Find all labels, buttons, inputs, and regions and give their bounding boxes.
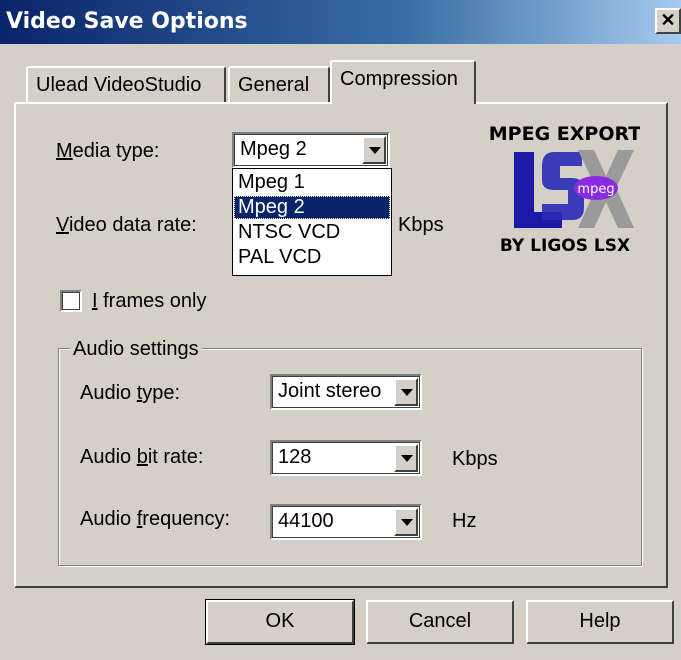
audio-type-select[interactable]: Joint stereo xyxy=(270,374,422,410)
audio-bit-rate-unit: Kbps xyxy=(452,448,498,470)
audio-type-label: Audio type: xyxy=(80,382,181,404)
audio-frequency-value: 44100 xyxy=(278,510,334,532)
audio-bit-rate-value: 128 xyxy=(278,446,312,468)
window-title: Video Save Options xyxy=(6,9,248,34)
option-ntsc-vcd[interactable]: NTSC VCD xyxy=(234,221,390,244)
audio-settings-title: Audio settings xyxy=(70,338,202,361)
audio-bit-rate-label: Audio bit rate: xyxy=(80,446,204,468)
media-type-dropdown-list: Mpeg 1 Mpeg 2 NTSC VCD PAL VCD xyxy=(232,168,392,276)
cancel-button[interactable]: Cancel xyxy=(366,600,514,644)
video-data-rate-label: Video data rate: xyxy=(56,214,197,236)
media-type-select[interactable]: Mpeg 2 xyxy=(232,132,390,168)
audio-frequency-label: Audio frequency: xyxy=(80,508,231,530)
tab-general[interactable]: General xyxy=(228,66,330,104)
media-type-label: Media type: xyxy=(56,140,160,162)
audio-frequency-select[interactable]: 44100 xyxy=(270,504,422,540)
chevron-down-icon[interactable] xyxy=(394,378,418,406)
chevron-down-icon[interactable] xyxy=(362,136,386,164)
title-bar: Video Save Options ✕ xyxy=(0,0,681,44)
close-button[interactable]: ✕ xyxy=(655,8,681,34)
help-button[interactable]: Help xyxy=(526,600,674,644)
media-type-value: Mpeg 2 xyxy=(240,138,307,160)
video-data-rate-unit: Kbps xyxy=(398,214,444,236)
option-mpeg-1[interactable]: Mpeg 1 xyxy=(234,171,390,194)
svg-text:mpeg: mpeg xyxy=(577,182,614,197)
chevron-down-icon[interactable] xyxy=(394,444,418,472)
tab-compression[interactable]: Compression xyxy=(330,60,476,104)
audio-type-value: Joint stereo xyxy=(278,380,382,402)
chevron-down-icon[interactable] xyxy=(394,508,418,536)
mpeg-export-logo: MPEG EXPORT mpeg BY LIGOS LSX xyxy=(490,123,640,256)
i-frames-only-label: I frames only xyxy=(92,290,207,312)
option-pal-vcd[interactable]: PAL VCD xyxy=(234,246,390,269)
audio-bit-rate-select[interactable]: 128 xyxy=(270,440,422,476)
svg-text:BY LIGOS LSX: BY LIGOS LSX xyxy=(500,236,630,256)
svg-text:MPEG EXPORT: MPEG EXPORT xyxy=(490,123,640,145)
option-mpeg-2[interactable]: Mpeg 2 xyxy=(234,196,390,219)
close-icon: ✕ xyxy=(660,10,676,30)
tab-ulead-videostudio[interactable]: Ulead VideoStudio xyxy=(26,66,226,104)
ok-button[interactable]: OK xyxy=(205,599,355,645)
tab-label: General xyxy=(238,74,310,96)
audio-frequency-unit: Hz xyxy=(452,510,477,532)
i-frames-only-checkbox[interactable] xyxy=(60,290,82,312)
tab-label: Compression xyxy=(340,68,458,90)
tab-label: Ulead VideoStudio xyxy=(36,74,202,96)
